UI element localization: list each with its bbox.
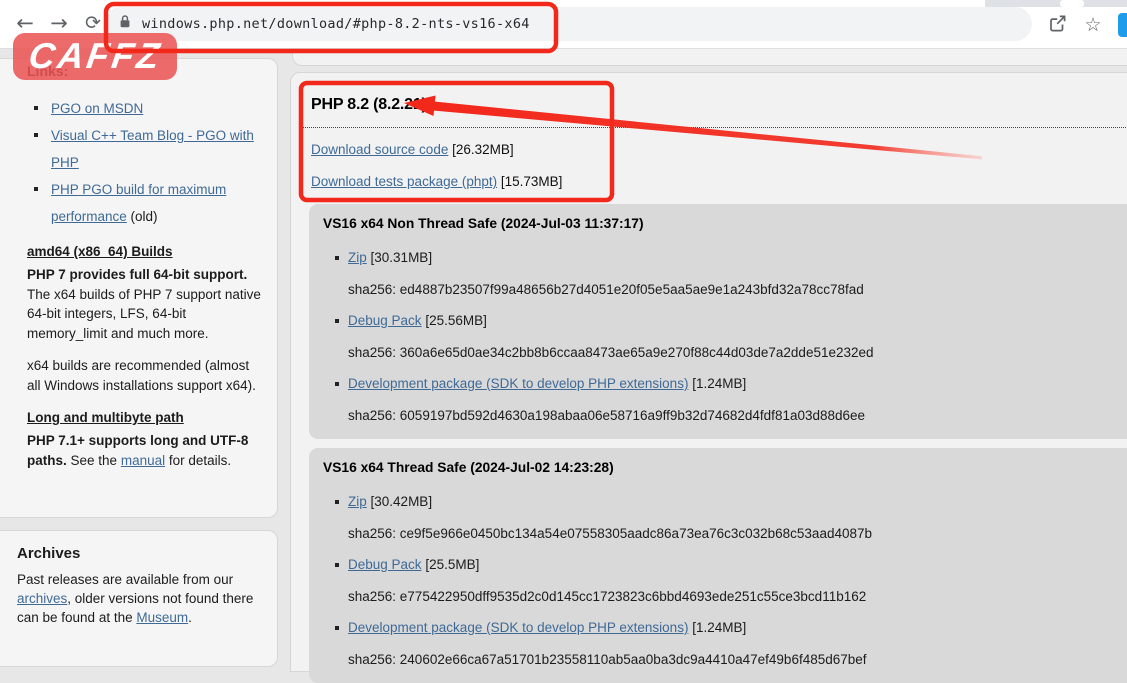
zip-download-link[interactable]: Zip: [348, 250, 367, 265]
archives-panel: Archives Past releases are available fro…: [0, 530, 278, 667]
build-item: Zip [30.42MB] sha256: ce9f5e966e0450bc13…: [335, 493, 1127, 543]
build-block-thread-safe: VS16 x64 Thread Safe (2024-Jul-02 14:23:…: [309, 448, 1127, 683]
file-size: [1.24MB]: [692, 376, 746, 391]
archives-text-suffix: .: [188, 610, 192, 625]
download-tests-package-link[interactable]: Download tests package (phpt): [311, 174, 497, 189]
museum-link[interactable]: Museum: [136, 610, 188, 625]
sha256-value: sha256: ce9f5e966e0450bc134a54e07558305a…: [335, 525, 1127, 543]
build-heading: VS16 x64 Non Thread Safe (2024-Jul-03 11…: [323, 215, 1127, 233]
debug-pack-link[interactable]: Debug Pack: [348, 557, 422, 572]
file-size: [25.5MB]: [425, 557, 479, 572]
development-package-link[interactable]: Development package (SDK to develop PHP …: [348, 620, 688, 635]
amd64-heading: amd64 (x86_64) Builds: [27, 244, 261, 259]
sidebar: Links: PGO on MSDN Visual C++ Team Blog …: [0, 58, 278, 518]
link-suffix-old: (old): [127, 209, 158, 224]
x64-note: x64 builds are recommended (almost all W…: [27, 356, 261, 395]
build-item: Development package (SDK to develop PHP …: [335, 619, 1127, 669]
multibyte-paragraph: PHP 7.1+ supports long and UTF-8 paths. …: [27, 431, 261, 470]
download-source-code-link[interactable]: Download source code: [311, 142, 448, 157]
build-item: Development package (SDK to develop PHP …: [335, 375, 1127, 425]
tab-strip: [985, 0, 1127, 7]
url-text[interactable]: windows.php.net/download/#php-8.2-nts-vs…: [142, 16, 530, 32]
sha256-value: sha256: ed4887b23507f99a48656b27d4051e20…: [335, 281, 1127, 299]
debug-pack-link[interactable]: Debug Pack: [348, 313, 422, 328]
release-title: PHP 8.2 (8.2.21): [311, 95, 1127, 114]
links-list: PGO on MSDN Visual C++ Team Blog - PGO w…: [34, 95, 261, 230]
address-bar[interactable]: windows.php.net/download/#php-8.2-nts-vs…: [104, 7, 1032, 41]
build-item: Debug Pack [25.5MB] sha256: e775422950df…: [335, 556, 1127, 606]
archives-link[interactable]: archives: [17, 591, 67, 606]
dotted-divider: [299, 127, 1127, 128]
caffz-logo-text: CAFFZ: [25, 33, 164, 79]
list-item: PGO on MSDN: [34, 95, 261, 122]
build-block-non-thread-safe: VS16 x64 Non Thread Safe (2024-Jul-03 11…: [309, 204, 1127, 439]
file-size: [1.24MB]: [692, 620, 746, 635]
file-size: [26.32MB]: [452, 142, 514, 157]
sha256-value: sha256: 6059197bd592d4630a198abaa06e5871…: [335, 407, 1127, 425]
link-vc-team-blog[interactable]: Visual C++ Team Blog - PGO with PHP: [51, 128, 254, 170]
amd64-text: The x64 builds of PHP 7 support native 6…: [27, 287, 261, 341]
amd64-paragraph: PHP 7 provides full 64-bit support. The …: [27, 265, 261, 343]
share-icon[interactable]: [1042, 12, 1072, 38]
build-item: Debug Pack [25.56MB] sha256: 360a6e65d0a…: [335, 312, 1127, 362]
lock-icon: [118, 14, 132, 34]
bookmark-star-icon[interactable]: ☆: [1078, 12, 1108, 38]
list-item: Visual C++ Team Blog - PGO with PHP: [34, 122, 261, 176]
file-size: [15.73MB]: [501, 174, 563, 189]
development-package-link[interactable]: Development package (SDK to develop PHP …: [348, 376, 688, 391]
extension-icon[interactable]: [1118, 13, 1127, 37]
file-size: [30.42MB]: [371, 494, 433, 509]
download-row: Download tests package (phpt) [15.73MB]: [311, 173, 1127, 191]
multibyte-text-suffix: for details.: [165, 453, 231, 468]
active-tab-fragment[interactable]: [1060, 0, 1084, 7]
download-row: Download source code [26.32MB]: [311, 141, 1127, 159]
file-size: [25.56MB]: [425, 313, 487, 328]
sha256-value: sha256: 240602e66ca67a51701b23558110ab5a…: [335, 651, 1127, 669]
archives-paragraph: Past releases are available from our arc…: [17, 570, 261, 627]
list-item: PHP PGO build for maximum performance (o…: [34, 176, 261, 230]
zip-download-link[interactable]: Zip: [348, 494, 367, 509]
file-size: [30.31MB]: [371, 250, 433, 265]
build-heading: VS16 x64 Thread Safe (2024-Jul-02 14:23:…: [323, 459, 1127, 477]
sha256-value: sha256: e775422950dff9535d2c0d145cc17238…: [335, 588, 1127, 606]
manual-link[interactable]: manual: [121, 453, 165, 468]
multibyte-text: See the: [71, 453, 121, 468]
main-content: PHP 8.2 (8.2.21) Download source code [2…: [290, 72, 1127, 672]
amd64-lead: PHP 7 provides full 64-bit support.: [27, 267, 247, 282]
archives-heading: Archives: [17, 545, 261, 562]
caffz-watermark-logo: CAFFZ: [13, 33, 177, 80]
build-item: Zip [30.31MB] sha256: ed4887b23507f99a48…: [335, 249, 1127, 299]
archives-text: Past releases are available from our: [17, 572, 233, 587]
sha256-value: sha256: 360a6e65d0ae34c2bb8b6ccaa8473ae6…: [335, 344, 1127, 362]
previous-section-card-bottom: [292, 48, 1127, 66]
link-pgo-on-msdn[interactable]: PGO on MSDN: [51, 101, 143, 116]
multibyte-heading: Long and multibyte path: [27, 410, 261, 425]
